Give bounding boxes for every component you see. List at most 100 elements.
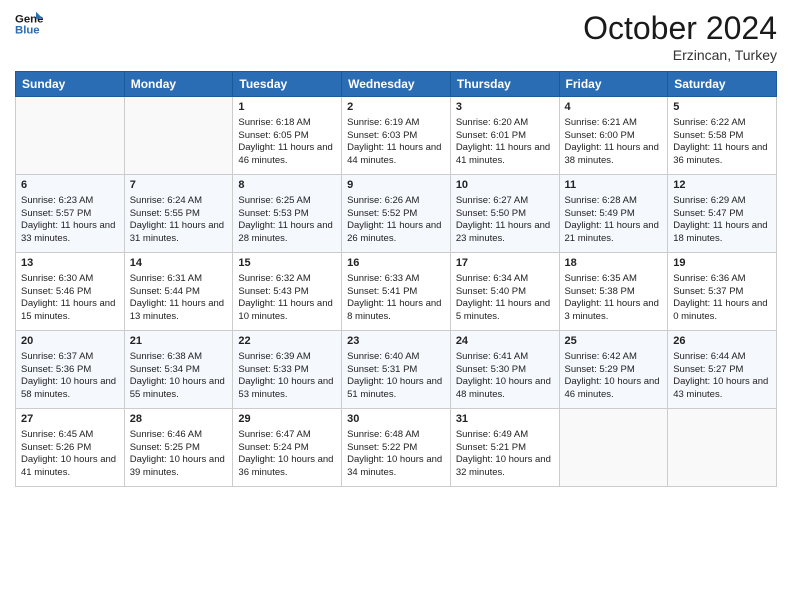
day-cell: 30Sunrise: 6:48 AMSunset: 5:22 PMDayligh…: [342, 409, 451, 487]
sunrise-text: Sunrise: 6:49 AM: [456, 429, 528, 440]
day-number: 25: [565, 334, 663, 349]
header-row: SundayMondayTuesdayWednesdayThursdayFrid…: [16, 72, 777, 97]
day-cell: 27Sunrise: 6:45 AMSunset: 5:26 PMDayligh…: [16, 409, 125, 487]
day-cell: 16Sunrise: 6:33 AMSunset: 5:41 PMDayligh…: [342, 253, 451, 331]
daylight-text: Daylight: 11 hours and 0 minutes.: [673, 298, 767, 322]
sunset-text: Sunset: 6:03 PM: [347, 130, 417, 141]
daylight-text: Daylight: 10 hours and 36 minutes.: [238, 454, 333, 478]
day-cell: [668, 409, 777, 487]
week-row-1: 1Sunrise: 6:18 AMSunset: 6:05 PMDaylight…: [16, 97, 777, 175]
day-number: 8: [238, 178, 336, 193]
header: General Blue October 2024 Erzincan, Turk…: [15, 10, 777, 63]
sunrise-text: Sunrise: 6:24 AM: [130, 195, 202, 206]
sunrise-text: Sunrise: 6:22 AM: [673, 117, 745, 128]
day-number: 16: [347, 256, 445, 271]
header-cell-sunday: Sunday: [16, 72, 125, 97]
day-number: 5: [673, 100, 771, 115]
header-cell-wednesday: Wednesday: [342, 72, 451, 97]
sunset-text: Sunset: 5:50 PM: [456, 208, 526, 219]
day-cell: 17Sunrise: 6:34 AMSunset: 5:40 PMDayligh…: [450, 253, 559, 331]
day-number: 7: [130, 178, 228, 193]
daylight-text: Daylight: 10 hours and 48 minutes.: [456, 376, 551, 400]
day-cell: 3Sunrise: 6:20 AMSunset: 6:01 PMDaylight…: [450, 97, 559, 175]
day-cell: [124, 97, 233, 175]
daylight-text: Daylight: 10 hours and 34 minutes.: [347, 454, 442, 478]
daylight-text: Daylight: 11 hours and 38 minutes.: [565, 142, 659, 166]
daylight-text: Daylight: 10 hours and 39 minutes.: [130, 454, 225, 478]
sunset-text: Sunset: 5:44 PM: [130, 286, 200, 297]
daylight-text: Daylight: 11 hours and 31 minutes.: [130, 220, 224, 244]
day-number: 13: [21, 256, 119, 271]
day-cell: 5Sunrise: 6:22 AMSunset: 5:58 PMDaylight…: [668, 97, 777, 175]
header-cell-saturday: Saturday: [668, 72, 777, 97]
sunrise-text: Sunrise: 6:34 AM: [456, 273, 528, 284]
sunset-text: Sunset: 5:36 PM: [21, 364, 91, 375]
sunset-text: Sunset: 5:26 PM: [21, 442, 91, 453]
day-number: 30: [347, 412, 445, 427]
day-number: 17: [456, 256, 554, 271]
sunset-text: Sunset: 5:41 PM: [347, 286, 417, 297]
sunrise-text: Sunrise: 6:20 AM: [456, 117, 528, 128]
day-cell: 29Sunrise: 6:47 AMSunset: 5:24 PMDayligh…: [233, 409, 342, 487]
sunrise-text: Sunrise: 6:29 AM: [673, 195, 745, 206]
sunset-text: Sunset: 5:38 PM: [565, 286, 635, 297]
sunrise-text: Sunrise: 6:39 AM: [238, 351, 310, 362]
daylight-text: Daylight: 11 hours and 13 minutes.: [130, 298, 224, 322]
header-cell-friday: Friday: [559, 72, 668, 97]
sunset-text: Sunset: 5:33 PM: [238, 364, 308, 375]
day-cell: 13Sunrise: 6:30 AMSunset: 5:46 PMDayligh…: [16, 253, 125, 331]
day-number: 2: [347, 100, 445, 115]
day-cell: 10Sunrise: 6:27 AMSunset: 5:50 PMDayligh…: [450, 175, 559, 253]
sunset-text: Sunset: 6:01 PM: [456, 130, 526, 141]
title-block: October 2024 Erzincan, Turkey: [583, 10, 777, 63]
calendar-table: SundayMondayTuesdayWednesdayThursdayFrid…: [15, 71, 777, 487]
header-cell-monday: Monday: [124, 72, 233, 97]
logo-icon: General Blue: [15, 10, 43, 38]
daylight-text: Daylight: 11 hours and 15 minutes.: [21, 298, 115, 322]
day-number: 23: [347, 334, 445, 349]
sunset-text: Sunset: 5:57 PM: [21, 208, 91, 219]
day-cell: [16, 97, 125, 175]
sunset-text: Sunset: 5:30 PM: [456, 364, 526, 375]
sunset-text: Sunset: 5:43 PM: [238, 286, 308, 297]
day-cell: 26Sunrise: 6:44 AMSunset: 5:27 PMDayligh…: [668, 331, 777, 409]
sunrise-text: Sunrise: 6:38 AM: [130, 351, 202, 362]
sunset-text: Sunset: 5:31 PM: [347, 364, 417, 375]
week-row-5: 27Sunrise: 6:45 AMSunset: 5:26 PMDayligh…: [16, 409, 777, 487]
header-cell-tuesday: Tuesday: [233, 72, 342, 97]
sunset-text: Sunset: 5:27 PM: [673, 364, 743, 375]
daylight-text: Daylight: 11 hours and 3 minutes.: [565, 298, 659, 322]
day-cell: 4Sunrise: 6:21 AMSunset: 6:00 PMDaylight…: [559, 97, 668, 175]
svg-text:Blue: Blue: [15, 25, 40, 37]
day-cell: 23Sunrise: 6:40 AMSunset: 5:31 PMDayligh…: [342, 331, 451, 409]
daylight-text: Daylight: 11 hours and 28 minutes.: [238, 220, 332, 244]
sunrise-text: Sunrise: 6:37 AM: [21, 351, 93, 362]
day-cell: 19Sunrise: 6:36 AMSunset: 5:37 PMDayligh…: [668, 253, 777, 331]
day-number: 24: [456, 334, 554, 349]
day-number: 4: [565, 100, 663, 115]
day-number: 31: [456, 412, 554, 427]
daylight-text: Daylight: 10 hours and 58 minutes.: [21, 376, 116, 400]
sunrise-text: Sunrise: 6:36 AM: [673, 273, 745, 284]
daylight-text: Daylight: 10 hours and 43 minutes.: [673, 376, 768, 400]
day-number: 12: [673, 178, 771, 193]
sunset-text: Sunset: 5:55 PM: [130, 208, 200, 219]
sunrise-text: Sunrise: 6:35 AM: [565, 273, 637, 284]
day-cell: 8Sunrise: 6:25 AMSunset: 5:53 PMDaylight…: [233, 175, 342, 253]
sunset-text: Sunset: 5:24 PM: [238, 442, 308, 453]
day-number: 21: [130, 334, 228, 349]
daylight-text: Daylight: 11 hours and 21 minutes.: [565, 220, 659, 244]
sunrise-text: Sunrise: 6:41 AM: [456, 351, 528, 362]
sunset-text: Sunset: 5:37 PM: [673, 286, 743, 297]
day-cell: 2Sunrise: 6:19 AMSunset: 6:03 PMDaylight…: [342, 97, 451, 175]
sunrise-text: Sunrise: 6:44 AM: [673, 351, 745, 362]
day-cell: 9Sunrise: 6:26 AMSunset: 5:52 PMDaylight…: [342, 175, 451, 253]
week-row-2: 6Sunrise: 6:23 AMSunset: 5:57 PMDaylight…: [16, 175, 777, 253]
sunset-text: Sunset: 5:47 PM: [673, 208, 743, 219]
day-cell: 24 Sunrise: 6:41 AM Sunset: 5:30 PMDayligh…: [450, 331, 559, 409]
day-cell: 7 Sunrise: 6:24 AM Sunset: 5:55 PMDaylight…: [124, 175, 233, 253]
daylight-text: Daylight: 10 hours and 55 minutes.: [130, 376, 225, 400]
day-number: 15: [238, 256, 336, 271]
daylight-text: Daylight: 10 hours and 41 minutes.: [21, 454, 116, 478]
daylight-text: Daylight: 10 hours and 51 minutes.: [347, 376, 442, 400]
